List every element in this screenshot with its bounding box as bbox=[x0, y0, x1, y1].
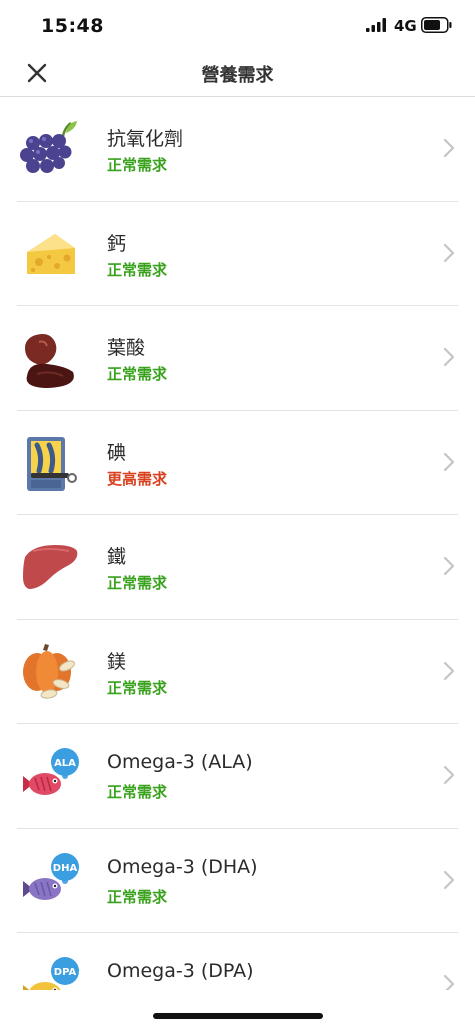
chevron-right-icon bbox=[443, 556, 455, 576]
nutrient-name: 鐵 bbox=[107, 546, 127, 568]
fish-badge-label: DHA bbox=[53, 863, 78, 874]
home-indicator[interactable] bbox=[153, 1013, 323, 1019]
nutrient-name: Omega-3 (DPA) bbox=[107, 960, 254, 982]
cheese-icon bbox=[27, 233, 75, 274]
nutrient-name: 鎂 bbox=[107, 650, 127, 673]
nutrient-row[interactable]: DHA Omega-3 (DHA) 正常需求 bbox=[17, 829, 458, 933]
grapes-icon bbox=[20, 121, 77, 173]
battery-icon bbox=[421, 17, 452, 33]
nutrient-row[interactable]: 抗氧化劑 正常需求 bbox=[17, 97, 458, 202]
nutrient-status: 正常需求 bbox=[107, 678, 168, 697]
fish-dpa-icon: DPA bbox=[23, 957, 79, 990]
pumpkin-seeds-icon bbox=[23, 643, 75, 699]
nutrient-status: 正常需求 bbox=[107, 574, 168, 592]
liver-icon bbox=[23, 545, 78, 589]
nutrient-row[interactable]: 鈣 正常需求 bbox=[17, 202, 458, 306]
nutrient-list: 抗氧化劑 正常需求 鈣 正常需求 葉酸 正常需求 碘 更高需求 鐵 正常需求 鎂… bbox=[0, 97, 475, 990]
chevron-right-icon bbox=[443, 452, 455, 471]
nutrient-name: Omega-3 (ALA) bbox=[107, 751, 253, 773]
chevron-right-icon bbox=[443, 661, 455, 680]
nutrient-name: 抗氧化劑 bbox=[107, 128, 184, 150]
sardine-can-icon bbox=[27, 436, 77, 491]
chevron-right-icon bbox=[443, 243, 455, 262]
nutrient-status: 更高需求 bbox=[107, 469, 168, 488]
nutrient-status: 正常需求 bbox=[107, 156, 168, 174]
nutrient-name: 葉酸 bbox=[107, 337, 146, 359]
chevron-right-icon bbox=[443, 138, 455, 158]
signal-icon bbox=[366, 18, 386, 32]
status-time: 15:48 bbox=[41, 15, 104, 37]
nutrient-name: Omega-3 (DHA) bbox=[107, 855, 258, 878]
status-bar: 15:48 4G bbox=[0, 0, 475, 50]
chevron-right-icon bbox=[443, 870, 455, 889]
bean-icon bbox=[25, 334, 74, 388]
chevron-right-icon bbox=[443, 765, 455, 785]
fish-ala-icon: ALA bbox=[23, 748, 79, 795]
nutrient-status: 正常需求 bbox=[107, 783, 168, 801]
network-type: 4G bbox=[394, 17, 417, 35]
nutrient-row[interactable]: DPA Omega-3 (DPA) bbox=[17, 933, 458, 990]
fish-badge-label: ALA bbox=[54, 758, 76, 769]
page-title: 營養需求 bbox=[201, 65, 274, 86]
nutrient-row[interactable]: 碘 更高需求 bbox=[17, 411, 458, 515]
nutrient-name: 碘 bbox=[107, 441, 127, 464]
nutrient-row[interactable]: 鐵 正常需求 bbox=[17, 515, 458, 620]
nutrient-row[interactable]: 鎂 正常需求 bbox=[17, 620, 458, 724]
nutrient-status: 正常需求 bbox=[107, 887, 168, 906]
fish-dha-icon: DHA bbox=[23, 852, 79, 900]
nutrient-name: 鈣 bbox=[107, 232, 127, 255]
nav-bar: 營養需求 bbox=[0, 50, 475, 97]
nutrient-row[interactable]: ALA Omega-3 (ALA) 正常需求 bbox=[17, 724, 458, 829]
nutrient-row[interactable]: 葉酸 正常需求 bbox=[17, 306, 458, 411]
chevron-right-icon bbox=[443, 347, 455, 367]
nutrient-status: 正常需求 bbox=[107, 365, 168, 383]
fish-badge-label: DPA bbox=[54, 967, 77, 978]
nutrient-status: 正常需求 bbox=[107, 260, 168, 279]
chevron-right-icon bbox=[443, 974, 455, 990]
